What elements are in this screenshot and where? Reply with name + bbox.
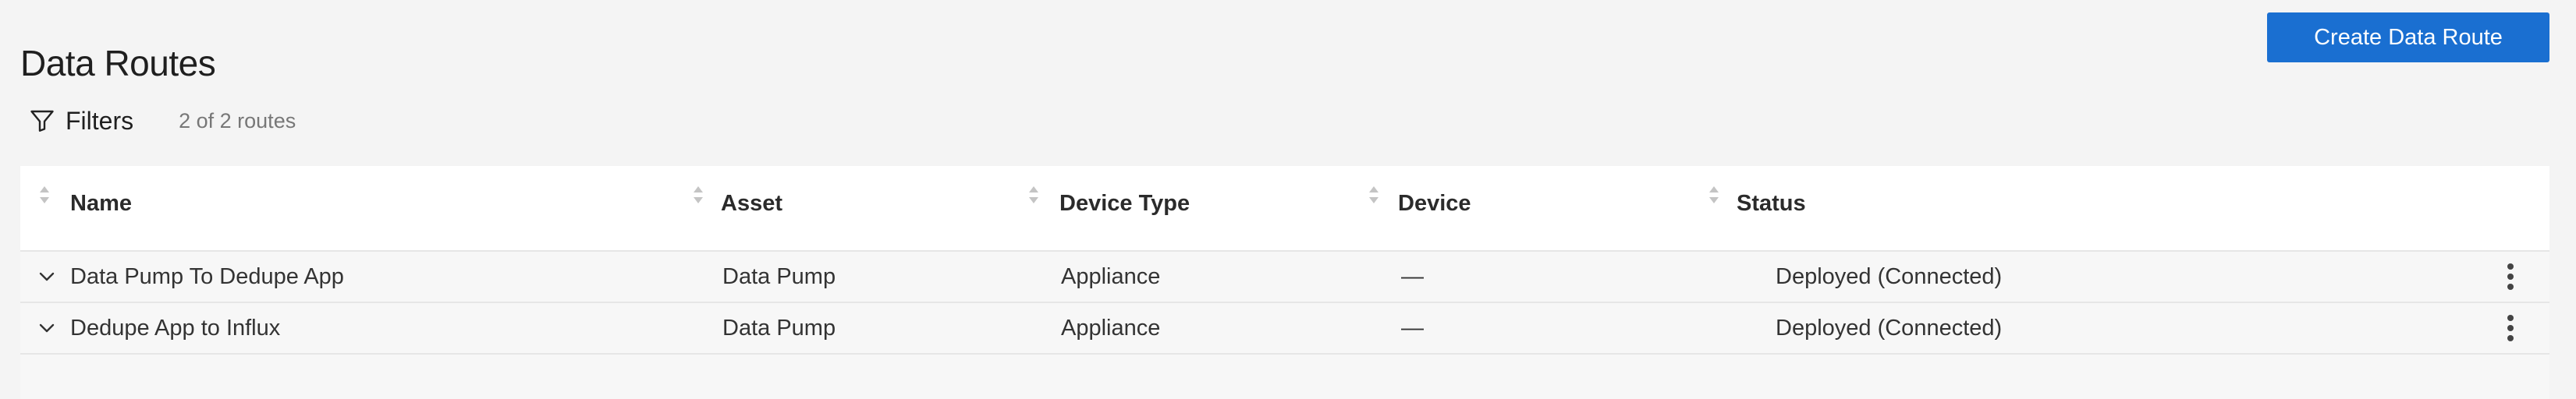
chevron-down-icon[interactable]	[36, 266, 58, 288]
sort-icon[interactable]	[1367, 185, 1381, 205]
funnel-icon[interactable]	[27, 105, 58, 136]
routes-table: Name Asset Device Type Device Status Dat…	[20, 166, 2549, 399]
kebab-menu-icon[interactable]	[2500, 311, 2521, 345]
column-header-asset[interactable]: Asset	[721, 182, 782, 225]
route-asset: Data Pump	[722, 263, 836, 289]
column-header-name[interactable]: Name	[70, 182, 132, 225]
sort-icon[interactable]	[1027, 185, 1041, 205]
table-row[interactable]: Data Pump To Dedupe App Data Pump Applia…	[20, 252, 2549, 303]
column-header-device[interactable]: Device	[1398, 182, 1471, 225]
sort-icon[interactable]	[37, 185, 51, 205]
table-row[interactable]: Dedupe App to Influx Data Pump Appliance…	[20, 303, 2549, 355]
route-name: Dedupe App to Influx	[70, 315, 281, 341]
route-name: Data Pump To Dedupe App	[70, 263, 344, 289]
route-count: 2 of 2 routes	[179, 108, 296, 132]
create-data-route-button[interactable]: Create Data Route	[2267, 12, 2549, 62]
route-device-type: Appliance	[1061, 263, 1161, 289]
filters-bar: Filters 2 of 2 routes	[27, 101, 296, 140]
route-device: —	[1401, 263, 1424, 289]
filters-toggle[interactable]: Filters	[66, 107, 133, 136]
column-header-device-type[interactable]: Device Type	[1059, 182, 1190, 225]
route-device-type: Appliance	[1061, 315, 1161, 341]
column-header-status[interactable]: Status	[1737, 182, 1806, 225]
page-title: Data Routes	[20, 42, 216, 83]
kebab-menu-icon[interactable]	[2500, 260, 2521, 294]
sort-icon[interactable]	[1707, 185, 1721, 205]
sort-icon[interactable]	[691, 185, 705, 205]
route-status: Deployed (Connected)	[1776, 315, 2003, 341]
route-device: —	[1401, 315, 1424, 341]
table-header: Name Asset Device Type Device Status	[20, 166, 2549, 252]
chevron-down-icon[interactable]	[36, 317, 58, 339]
route-status: Deployed (Connected)	[1776, 263, 2003, 289]
route-asset: Data Pump	[722, 315, 836, 341]
